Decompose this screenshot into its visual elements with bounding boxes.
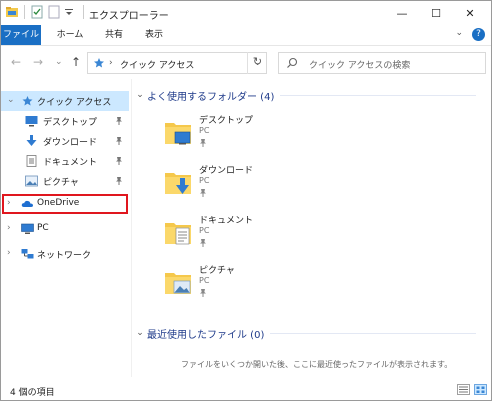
- nav-item-quick-access[interactable]: ⌄ クイック アクセス: [1, 91, 129, 111]
- close-button[interactable]: ✕: [453, 1, 487, 25]
- content-pane: ⌄ よく使用するフォルダー (4) デスクトップ PC ダウンロード PC ドキ…: [133, 79, 491, 377]
- group-title: 最近使用したファイル (0): [147, 329, 265, 341]
- tab-view[interactable]: 表示: [137, 25, 171, 45]
- explorer-window: エクスプローラー — ☐ ✕ ファイル ホーム 共有 表示 ⌄ ? ← → ⌄ …: [0, 0, 492, 401]
- window-title: エクスプローラー: [89, 11, 169, 22]
- folder-name: ドキュメント: [199, 216, 254, 226]
- breadcrumb[interactable]: クイック アクセス: [120, 58, 194, 71]
- document-folder-icon: [163, 217, 193, 247]
- group-header-frequent-folders[interactable]: ⌄ よく使用するフォルダー (4): [133, 86, 489, 104]
- title-bar[interactable]: エクスプローラー — ☐ ✕: [1, 1, 491, 25]
- nav-item-label: ピクチャ: [43, 178, 79, 188]
- maximize-button[interactable]: ☐: [419, 1, 453, 25]
- navigation-pane: ⌄ クイック アクセス デスクトップ ダウンロード ドキュメント ピクチャ › …: [1, 79, 131, 377]
- chevron-right-icon[interactable]: ›: [7, 223, 11, 233]
- nav-item-desktop[interactable]: デスクトップ: [1, 111, 129, 131]
- tab-file[interactable]: ファイル: [1, 25, 41, 45]
- folder-location: PC: [199, 126, 210, 135]
- status-bar: 4 個の項目: [1, 378, 491, 400]
- details-view-icon[interactable]: [457, 384, 470, 395]
- chevron-right-icon[interactable]: ›: [7, 248, 11, 258]
- ribbon-expand-icon[interactable]: ⌄: [455, 28, 463, 38]
- download-folder-icon: [163, 167, 193, 197]
- star-icon: [93, 57, 105, 72]
- nav-item-network[interactable]: › ネットワーク: [1, 244, 129, 264]
- network-icon: [21, 248, 34, 260]
- help-icon[interactable]: ?: [472, 28, 485, 41]
- toolbar-divider: [83, 5, 84, 19]
- customize-toolbar-icon[interactable]: [64, 5, 78, 19]
- folder-item-documents[interactable]: ドキュメント PC: [163, 213, 323, 263]
- toolbar-divider: [24, 5, 25, 19]
- search-placeholder: クイック アクセスの検索: [309, 61, 411, 71]
- pin-icon[interactable]: [199, 238, 207, 249]
- forward-button[interactable]: →: [33, 55, 43, 69]
- tab-share[interactable]: 共有: [97, 25, 131, 45]
- up-button[interactable]: ↑: [71, 55, 81, 69]
- back-button[interactable]: ←: [11, 55, 21, 69]
- group-title: よく使用するフォルダー (4): [147, 91, 275, 103]
- chevron-down-icon[interactable]: ⌄: [7, 95, 15, 105]
- download-icon: [25, 135, 38, 147]
- pin-icon[interactable]: [199, 188, 207, 199]
- pin-icon[interactable]: [115, 136, 123, 147]
- star-icon: [21, 95, 34, 107]
- item-count: 4 個の項目: [10, 388, 55, 398]
- explorer-app-icon[interactable]: [5, 5, 19, 19]
- pin-icon[interactable]: [199, 288, 207, 299]
- desktop-icon: [25, 115, 38, 127]
- pane-divider[interactable]: [131, 79, 132, 377]
- pc-icon: [21, 223, 34, 235]
- search-icon: [286, 57, 298, 72]
- nav-item-label: PC: [37, 223, 49, 233]
- folder-location: PC: [199, 226, 210, 235]
- folder-item-downloads[interactable]: ダウンロード PC: [163, 163, 323, 213]
- nav-item-downloads[interactable]: ダウンロード: [1, 131, 129, 151]
- pin-icon[interactable]: [115, 156, 123, 167]
- group-header-recent-files[interactable]: ⌄ 最近使用したファイル (0): [133, 324, 489, 342]
- breadcrumb-separator: ›: [109, 58, 113, 68]
- folder-name: デスクトップ: [199, 116, 254, 126]
- nav-item-label: ドキュメント: [43, 158, 98, 168]
- folder-item-pictures[interactable]: ピクチャ PC: [163, 263, 323, 313]
- chevron-down-icon[interactable]: ⌄: [133, 328, 147, 338]
- pin-icon[interactable]: [115, 176, 123, 187]
- recent-locations-button[interactable]: ⌄: [55, 57, 63, 67]
- nav-item-label: ダウンロード: [43, 138, 98, 148]
- pin-icon[interactable]: [199, 138, 207, 149]
- recent-files-empty-message: ファイルをいくつか開いた後、ここに最近使ったファイルが表示されます。: [181, 360, 453, 369]
- folder-location: PC: [199, 276, 210, 285]
- folder-item-desktop[interactable]: デスクトップ PC: [163, 113, 323, 163]
- folder-name: ダウンロード: [199, 166, 254, 176]
- pin-icon[interactable]: [115, 116, 123, 127]
- group-divider: [270, 332, 477, 334]
- properties-icon[interactable]: [30, 5, 44, 19]
- nav-item-label: クイック アクセス: [37, 98, 112, 108]
- new-folder-icon[interactable]: [47, 5, 61, 19]
- address-bar[interactable]: › クイック アクセス ⌄: [87, 52, 267, 74]
- minimize-button[interactable]: —: [385, 1, 419, 25]
- refresh-button[interactable]: ↻: [247, 52, 267, 74]
- nav-item-label: ネットワーク: [37, 251, 92, 261]
- group-divider: [280, 94, 477, 96]
- chevron-down-icon[interactable]: ⌄: [133, 90, 147, 100]
- onedrive-highlight-box: [2, 194, 128, 214]
- folder-location: PC: [199, 176, 210, 185]
- folder-name: ピクチャ: [199, 266, 235, 276]
- tab-home[interactable]: ホーム: [49, 25, 91, 45]
- quick-access-toolbar: [5, 5, 86, 19]
- pictures-icon: [25, 175, 38, 187]
- nav-item-documents[interactable]: ドキュメント: [1, 151, 129, 171]
- large-icons-view-icon[interactable]: [474, 384, 487, 395]
- pictures-folder-icon: [163, 267, 193, 297]
- document-icon: [25, 155, 38, 167]
- desktop-folder-icon: [163, 117, 193, 147]
- address-toolbar: ← → ⌄ ↑ › クイック アクセス ⌄ ↻ クイック アクセスの検索: [1, 45, 491, 79]
- nav-item-pictures[interactable]: ピクチャ: [1, 171, 129, 191]
- nav-item-label: デスクトップ: [43, 118, 98, 128]
- nav-item-pc[interactable]: › PC: [1, 219, 129, 239]
- ribbon-tabs: ファイル ホーム 共有 表示 ⌄ ?: [1, 25, 491, 45]
- search-input[interactable]: クイック アクセスの検索: [278, 52, 486, 74]
